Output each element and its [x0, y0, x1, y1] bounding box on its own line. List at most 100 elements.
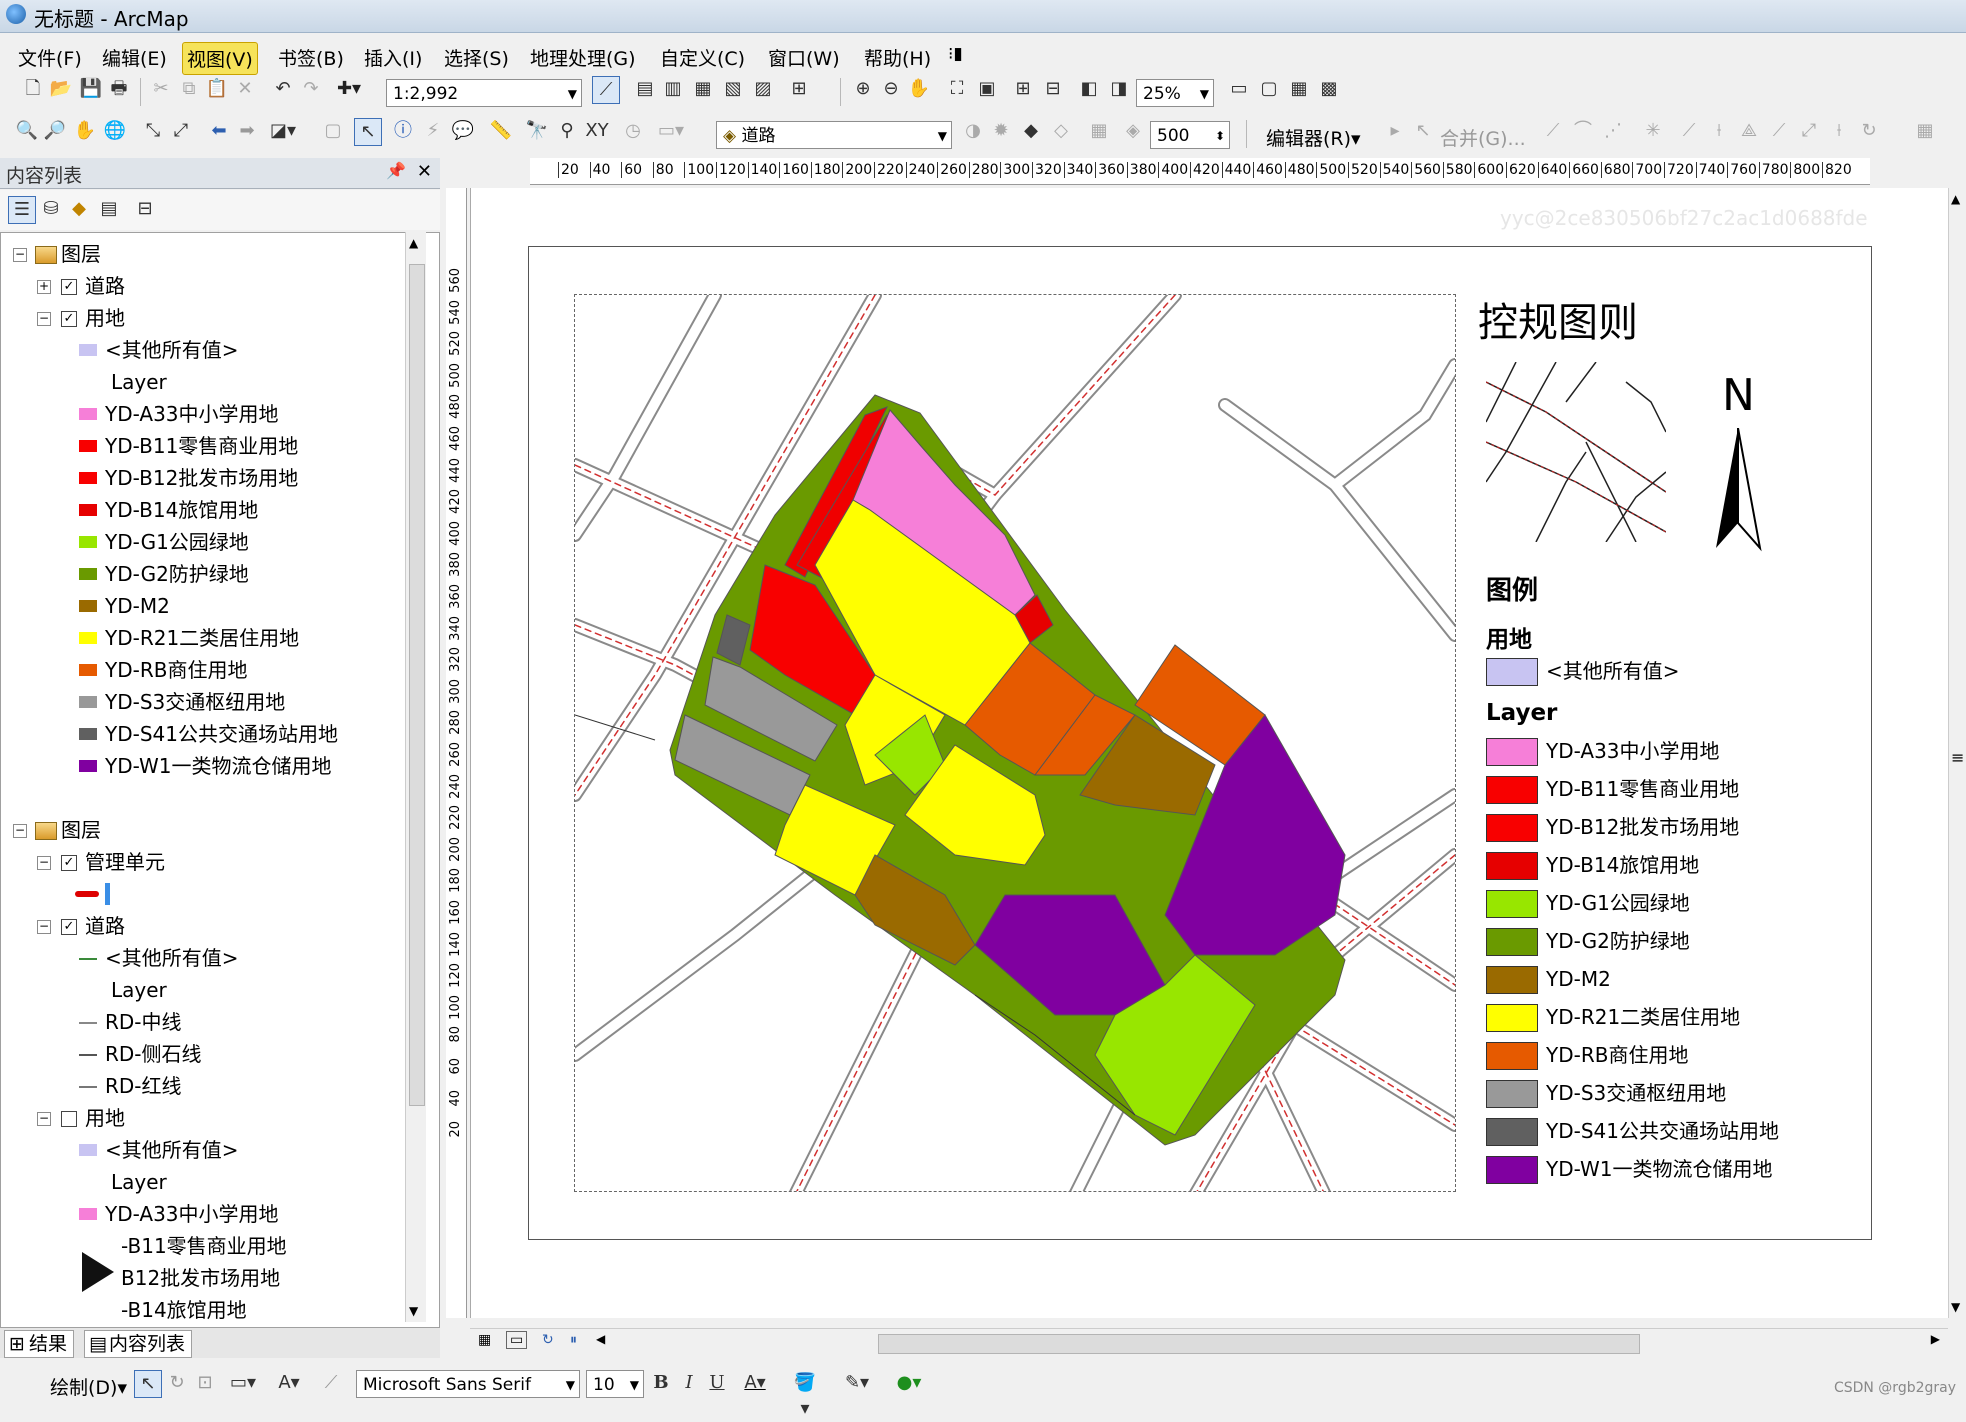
edit-annotation-icon[interactable]: ↖ — [1410, 118, 1436, 144]
toc-row-class[interactable]: -B11零售商业用地 — [1, 1231, 401, 1261]
fill-color-icon[interactable]: 🪣▾ — [792, 1370, 818, 1419]
layout-view-icon[interactable]: ▭ — [506, 1331, 528, 1349]
time-slider-icon[interactable]: ◷ — [620, 118, 646, 144]
menu-help[interactable]: 帮助(H) — [860, 42, 935, 73]
options-icon[interactable]: ⊟ — [132, 196, 158, 222]
fixed-zoom-in-tool-icon[interactable]: ⤡ — [140, 118, 166, 144]
toc-scrollbar[interactable]: ▲ ▼ — [405, 232, 426, 1322]
hyperlink-icon[interactable]: ⚡ — [420, 118, 446, 144]
north-arrow[interactable]: N — [1700, 370, 1800, 568]
map-title[interactable]: 控规图则 — [1478, 290, 1638, 348]
toc-row-layer[interactable]: + ✓ 道路 — [1, 271, 401, 301]
toc-row-class[interactable]: YD-B12批发市场用地 — [1, 463, 401, 493]
pan-page-icon[interactable]: ✋ — [906, 76, 932, 102]
table-of-contents-icon[interactable]: ▤ — [632, 76, 658, 102]
bold-button[interactable]: B — [648, 1370, 674, 1396]
next-extent-icon[interactable]: ◨ — [1106, 76, 1132, 102]
select-elements-icon[interactable]: ↖ — [134, 1370, 162, 1398]
data-view-icon[interactable]: ▦ — [478, 1332, 491, 1348]
clear-selection-icon[interactable]: ▢ — [320, 118, 346, 144]
refresh-icon[interactable]: ↻ — [542, 1332, 554, 1348]
find-route-icon[interactable]: ⚲ — [554, 118, 580, 144]
menu-geoprocessing[interactable]: 地理处理(G) — [526, 42, 640, 73]
expand-icon[interactable]: + — [37, 280, 51, 294]
paste-icon[interactable]: 📋 — [204, 76, 230, 102]
menu-customize[interactable]: 自定义(C) — [656, 42, 749, 73]
scroll-down-icon[interactable]: ▼ — [409, 1304, 418, 1318]
rotate-icon[interactable]: ⤢ — [1796, 118, 1822, 144]
delete-icon[interactable]: ✕ — [232, 76, 258, 102]
list-by-drawing-order-icon[interactable]: ☰ — [8, 196, 36, 224]
font-name-combo[interactable]: Microsoft Sans Serif ▼ — [356, 1370, 580, 1398]
toc-row-class[interactable]: YD-B11零售商业用地 — [1, 431, 401, 461]
collapse-icon[interactable]: − — [37, 1112, 51, 1126]
sketch-properties-icon[interactable]: ↻ — [1856, 118, 1882, 144]
create-features-icon[interactable]: ▦ — [1912, 118, 1938, 144]
trace-icon[interactable]: ⋰ — [1600, 118, 1626, 144]
collapse-icon[interactable]: − — [37, 856, 51, 870]
toc-row-class[interactable]: YD-G2防护绿地 — [1, 559, 401, 589]
zoom-combo[interactable]: 25% ▼ — [1136, 79, 1214, 107]
attributes-icon[interactable]: ⟊ — [1826, 118, 1852, 144]
toc-row-layer[interactable]: − ✓ 道路 — [1, 911, 401, 941]
toc-row-class[interactable]: YD-R21二类居住用地 — [1, 623, 401, 653]
toc-row-class[interactable]: YD-A33中小学用地 — [1, 399, 401, 429]
open-icon[interactable]: 📂 — [48, 76, 74, 102]
layer-visibility-checkbox[interactable] — [61, 1111, 77, 1127]
edit-vertices-icon[interactable]: ⟋ — [1676, 118, 1702, 144]
toc-row-class[interactable]: YD-S3交通枢纽用地 — [1, 687, 401, 717]
pause-drawing-icon[interactable]: ⏸ — [570, 1332, 577, 1348]
editor-menu[interactable]: 编辑器(R)▾ — [1266, 124, 1361, 151]
focus-data-frame-icon[interactable]: ▢ — [1256, 76, 1282, 102]
new-document-icon[interactable]: 🗋 — [20, 76, 46, 102]
list-by-source-icon[interactable]: ⛁ — [38, 196, 64, 222]
line-color-icon[interactable]: ✎▾ — [844, 1370, 870, 1396]
menu-windows[interactable]: 窗口(W) — [764, 42, 844, 73]
zoom-in-page-icon[interactable]: ⊕ — [850, 76, 876, 102]
print-icon[interactable]: 🖶 — [106, 76, 132, 102]
menu-insert[interactable]: 插入(I) — [360, 42, 426, 73]
auto-hide-pin-icon[interactable]: 📌 — [386, 161, 406, 180]
close-icon[interactable]: ✕ — [417, 161, 432, 182]
toc-row-class[interactable]: YD-G1公园绿地 — [1, 527, 401, 557]
reshape-icon[interactable]: ⟊ — [1706, 118, 1732, 144]
menu-selection[interactable]: 选择(S) — [440, 42, 513, 73]
toc-row-class[interactable]: -B14旅馆用地 — [1, 1295, 401, 1325]
contrast-icon[interactable]: ◑ — [960, 118, 986, 144]
offset-value-field[interactable]: 500 ⬍ — [1150, 121, 1230, 149]
scroll-up-icon[interactable]: ▲ — [1951, 192, 1960, 206]
end-point-arc-icon[interactable]: ⌒ — [1570, 118, 1596, 144]
collapse-icon[interactable]: − — [13, 248, 27, 262]
tab-results[interactable]: ⊞ 结果 — [4, 1330, 75, 1358]
fixed-zoom-out-icon[interactable]: ⊟ — [1040, 76, 1066, 102]
toc-row-class[interactable]: YD-S41公共交通场站用地 — [1, 719, 401, 749]
data-driven-pages-icon[interactable]: ▩ — [1316, 76, 1342, 102]
zoom-out-icon[interactable]: 🔎 — [42, 118, 68, 144]
menu-file[interactable]: 文件(F) — [14, 42, 86, 73]
python-window-icon[interactable]: ▨ — [750, 76, 776, 102]
layout-horizontal-scrollbar[interactable]: ▦ ▭ ↻ ⏸ ◀ ▶ — [470, 1328, 1948, 1357]
edit-tool-icon[interactable]: ▸ — [1382, 118, 1408, 144]
zoom-100-icon[interactable]: ▣ — [974, 76, 1000, 102]
scroll-left-icon[interactable]: ◀ — [596, 1332, 605, 1346]
menu-view[interactable]: 视图(V) — [182, 42, 258, 75]
layer-visibility-checkbox[interactable]: ✓ — [61, 311, 77, 327]
search-window-icon[interactable]: ▦ — [690, 76, 716, 102]
zoom-out-page-icon[interactable]: ⊖ — [878, 76, 904, 102]
play-overlay-icon[interactable] — [82, 1252, 114, 1292]
toc-row-class[interactable]: YD-W1一类物流仓储用地 — [1, 751, 401, 781]
toc-row-group[interactable]: − 图层 — [1, 239, 401, 269]
toc-row-class[interactable]: <其他所有值> — [1, 1135, 401, 1165]
split-icon[interactable]: ⟋ — [1766, 118, 1792, 144]
toc-row-class[interactable]: YD-RB商住用地 — [1, 655, 401, 685]
toc-row-layer[interactable]: − 用地 — [1, 1103, 401, 1133]
draw-menu[interactable]: 绘制(D)▾ — [50, 1373, 127, 1400]
overview-map[interactable] — [1485, 361, 1667, 543]
scroll-down-icon[interactable]: ▼ — [1951, 1300, 1960, 1314]
menu-edit[interactable]: 编辑(E) — [98, 42, 171, 73]
pan-icon[interactable]: ✋ — [72, 118, 98, 144]
go-to-xy-icon[interactable]: XY — [584, 118, 610, 144]
target-layer-combo[interactable]: ◈ 道路 ▼ — [716, 121, 952, 149]
scroll-right-icon[interactable]: ▶ — [1931, 1332, 1940, 1346]
toggle-draft-icon[interactable]: ▭ — [1226, 76, 1252, 102]
